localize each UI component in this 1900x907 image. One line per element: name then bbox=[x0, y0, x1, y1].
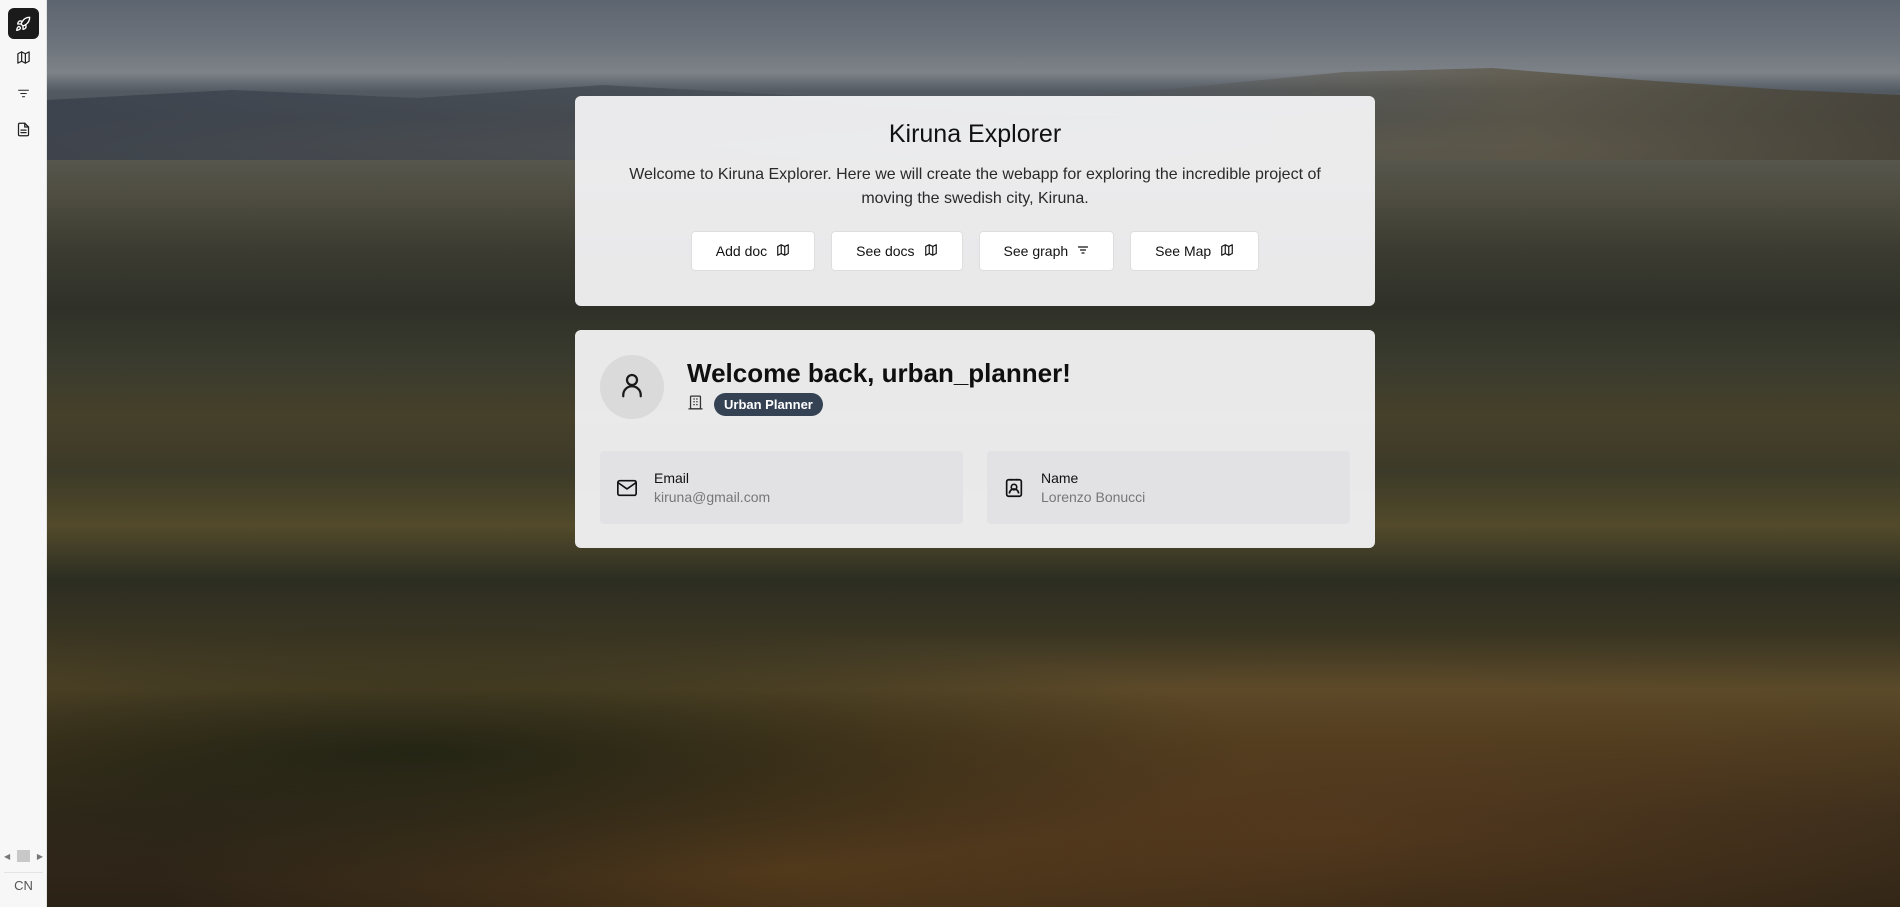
welcome-heading: Welcome back, urban_planner! bbox=[687, 358, 1071, 388]
sidebar: ◀ ▶ CN bbox=[0, 0, 47, 907]
sidebar-item-docs[interactable] bbox=[8, 116, 39, 147]
list-icon bbox=[1077, 243, 1089, 259]
map-icon bbox=[776, 243, 790, 260]
intro-description: Welcome to Kiruna Explorer. Here we will… bbox=[629, 166, 1321, 207]
add-doc-label: Add doc bbox=[715, 243, 768, 259]
role-row: Urban Planner bbox=[687, 393, 823, 416]
see-docs-label: See docs bbox=[856, 243, 915, 259]
name-info: Name Lorenzo Bonucci bbox=[987, 451, 1350, 524]
name-label: Name bbox=[1041, 470, 1079, 486]
sidebar-item-graph[interactable] bbox=[8, 80, 39, 111]
horizontal-scrollbar[interactable]: ◀ ▶ bbox=[0, 849, 47, 863]
map-icon bbox=[924, 243, 938, 260]
mail-icon bbox=[600, 477, 654, 499]
building-icon bbox=[687, 394, 704, 416]
rocket-icon[interactable] bbox=[7, 8, 39, 39]
map-icon bbox=[1220, 243, 1234, 260]
map-icon bbox=[16, 50, 31, 70]
avatar bbox=[600, 355, 664, 419]
intro-card: Kiruna Explorer Welcome to Kiruna Explor… bbox=[575, 96, 1375, 306]
role-badge: Urban Planner bbox=[714, 393, 823, 416]
scroll-thumb[interactable] bbox=[17, 850, 30, 862]
sidebar-item-map[interactable] bbox=[8, 44, 39, 75]
language-toggle[interactable]: CN bbox=[4, 872, 43, 898]
contact-icon bbox=[987, 477, 1041, 499]
list-icon bbox=[17, 87, 30, 105]
add-doc-button[interactable]: Add doc bbox=[690, 231, 816, 271]
document-icon bbox=[16, 122, 31, 142]
profile-card: Welcome back, urban_planner! Urban Plann… bbox=[575, 330, 1375, 548]
see-map-button[interactable]: See Map bbox=[1130, 231, 1260, 271]
email-info: Email kiruna@gmail.com bbox=[600, 451, 963, 524]
scroll-right-icon[interactable]: ▶ bbox=[37, 852, 43, 861]
scroll-left-icon[interactable]: ◀ bbox=[4, 852, 10, 861]
user-icon bbox=[617, 370, 647, 405]
email-label: Email bbox=[654, 470, 690, 486]
see-map-label: See Map bbox=[1155, 243, 1212, 259]
email-value: kiruna@gmail.com bbox=[654, 489, 771, 505]
see-docs-button[interactable]: See docs bbox=[831, 231, 963, 271]
name-value: Lorenzo Bonucci bbox=[1041, 489, 1146, 505]
see-graph-button[interactable]: See graph bbox=[978, 231, 1115, 271]
action-buttons: Add doc See docs See graph See Map bbox=[575, 231, 1375, 271]
see-graph-label: See graph bbox=[1003, 243, 1069, 259]
page-title: Kiruna Explorer bbox=[888, 120, 1062, 148]
